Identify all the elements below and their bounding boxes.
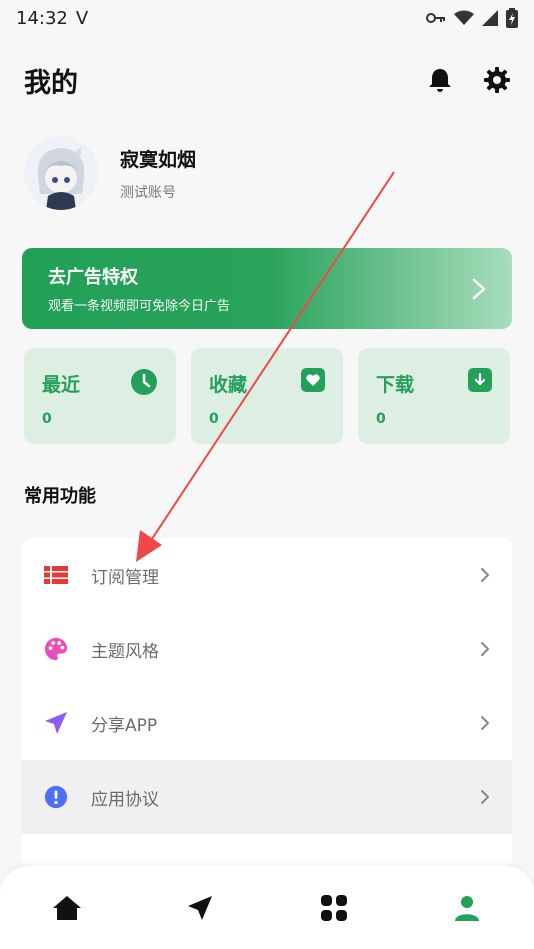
info-icon — [44, 785, 68, 809]
promo-subtitle: 观看一条视频即可免除今日广告 — [48, 299, 231, 314]
section-title: 常用功能 — [24, 486, 96, 507]
nav-discover[interactable] — [170, 878, 230, 938]
carrier-icon: V — [75, 7, 89, 29]
nav-apps[interactable] — [304, 878, 364, 938]
gear-icon[interactable] — [484, 67, 510, 93]
stat-count: 0 — [209, 411, 219, 427]
menu-label: 分享APP — [91, 715, 158, 736]
menu-label: 订阅管理 — [91, 567, 159, 588]
account-tag: 测试账号 — [120, 184, 176, 201]
wifi-icon — [454, 10, 474, 25]
stat-card-downloads[interactable]: 下载 0 — [358, 348, 510, 444]
list-icon — [44, 563, 68, 587]
avatar[interactable] — [24, 136, 98, 210]
send-icon — [44, 711, 68, 735]
function-list: 订阅管理 主题风格 分享APP 应用协议 — [22, 538, 512, 868]
status-time: 14:32 — [16, 7, 68, 29]
heart-icon — [301, 368, 325, 392]
header: 我的 — [24, 58, 510, 102]
clock-icon — [131, 369, 157, 395]
download-icon — [468, 368, 492, 392]
palette-icon — [44, 637, 68, 661]
stat-count: 0 — [42, 411, 52, 427]
profile-icon — [455, 895, 480, 921]
menu-item-share[interactable]: 分享APP — [22, 686, 512, 760]
menu-item-subscriptions[interactable]: 订阅管理 — [22, 538, 512, 612]
remove-ads-banner[interactable]: 去广告特权 观看一条视频即可免除今日广告 — [22, 248, 512, 329]
battery-icon — [506, 8, 518, 28]
chevron-right-icon — [481, 790, 489, 804]
key-icon — [426, 13, 445, 23]
discover-icon — [188, 895, 213, 920]
promo-title: 去广告特权 — [48, 267, 138, 288]
page-title: 我的 — [24, 67, 78, 99]
bell-icon[interactable] — [428, 67, 452, 93]
nav-home[interactable] — [37, 878, 97, 938]
profile-section[interactable]: 寂寞如烟 测试账号 — [24, 136, 196, 210]
nav-profile[interactable] — [437, 878, 497, 938]
chevron-right-icon — [481, 568, 489, 582]
stat-card-favorites[interactable]: 收藏 0 — [191, 348, 343, 444]
stats-row: 最近 0 收藏 0 下载 0 — [24, 348, 510, 444]
chevron-right-icon — [472, 278, 486, 299]
menu-item-agreement[interactable]: 应用协议 — [22, 760, 512, 834]
menu-label: 应用协议 — [91, 789, 159, 810]
chevron-right-icon — [481, 642, 489, 656]
menu-item-theme[interactable]: 主题风格 — [22, 612, 512, 686]
signal-icon — [482, 10, 498, 26]
menu-label: 主题风格 — [91, 641, 159, 662]
username: 寂寞如烟 — [120, 148, 197, 171]
home-icon — [52, 895, 81, 920]
stat-card-recent[interactable]: 最近 0 — [24, 348, 176, 444]
apps-icon — [320, 894, 347, 921]
bottom-nav — [0, 866, 534, 949]
status-bar: 14:32 V — [0, 0, 534, 36]
chevron-right-icon — [481, 716, 489, 730]
stat-count: 0 — [376, 411, 386, 427]
